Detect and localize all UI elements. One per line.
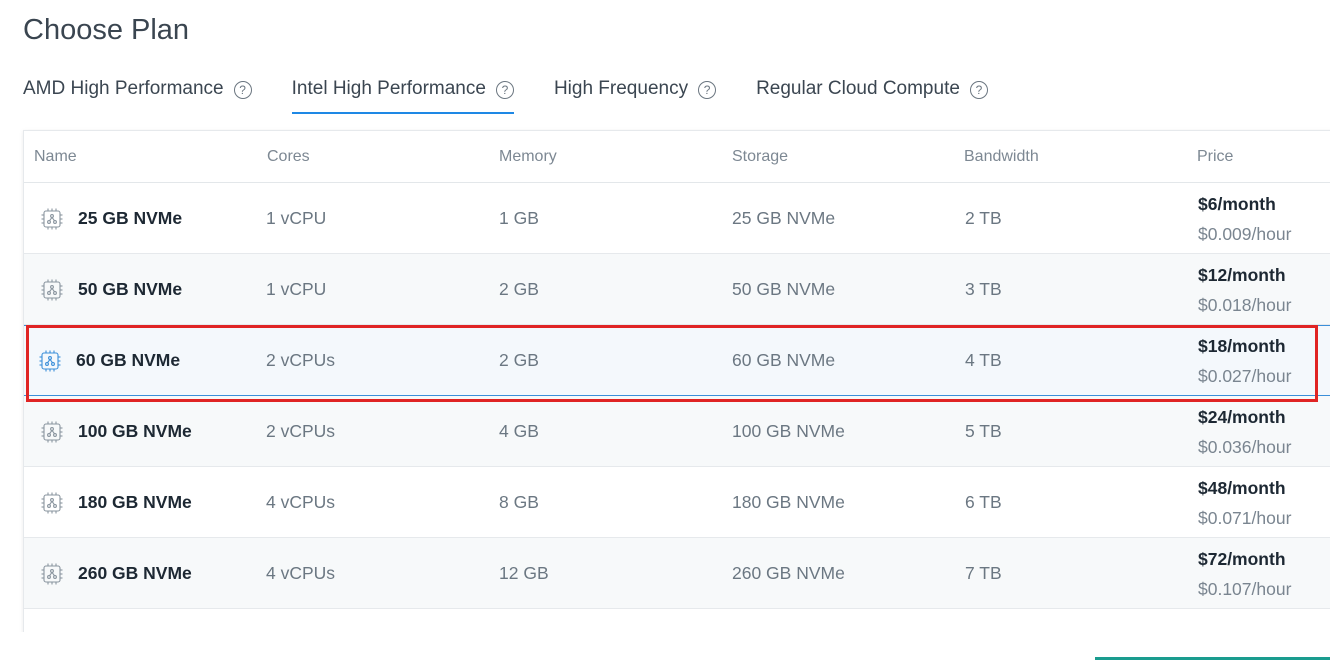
- page-title: Choose Plan: [23, 14, 190, 46]
- plan-name: 60 GB NVMe: [76, 350, 181, 370]
- price-hourly: $0.018/hour: [1198, 294, 1292, 315]
- bandwidth-cell: 6 TB: [965, 492, 1002, 512]
- header-bandwidth: Bandwidth: [964, 147, 1039, 165]
- price-monthly: $12/month: [1198, 264, 1286, 285]
- table-body: 25 GB NVMe 1 vCPU 1 GB 25 GB NVMe 2 TB $…: [24, 183, 1330, 640]
- storage-cell: 50 GB NVMe: [732, 279, 836, 299]
- tab-high-frequency[interactable]: High Frequency ?: [553, 78, 717, 114]
- price-cell: $72/month $0.107/hour: [1198, 538, 1291, 609]
- cpu-chip-icon: [40, 491, 64, 515]
- storage-cell: 260 GB NVMe: [732, 563, 845, 583]
- cpu-chip-icon: [40, 278, 64, 302]
- table-header: Name Cores Memory Storage Bandwidth Pric…: [24, 131, 1330, 183]
- plan-name: 180 GB NVMe: [78, 492, 192, 512]
- cores-cell: 2 vCPUs: [266, 350, 336, 370]
- tab-label: AMD High Performance: [23, 78, 224, 99]
- cores-cell: 1 vCPU: [266, 279, 327, 299]
- plan-name: 50 GB NVMe: [78, 279, 183, 299]
- plan-name-cell: 60 GB NVMe: [38, 325, 180, 396]
- storage-cell: 100 GB NVMe: [732, 421, 845, 441]
- cores-cell: 2 vCPUs: [266, 421, 336, 441]
- bandwidth-cell: 7 TB: [965, 563, 1002, 583]
- bandwidth-cell: 4 TB: [965, 350, 1002, 370]
- price-cell: $24/month $0.036/hour: [1198, 396, 1291, 467]
- plan-name-cell: 100 GB NVMe: [40, 396, 192, 467]
- plan-tabs: AMD High Performance ? Intel High Perfor…: [23, 78, 1028, 114]
- price-cell: $6/month $0.009/hour: [1198, 183, 1291, 254]
- price-hourly: $0.107/hour: [1198, 578, 1292, 599]
- price-cell: $18/month $0.027/hour: [1198, 325, 1291, 396]
- plan-name: 260 GB NVMe: [78, 563, 192, 583]
- price-cell: $48/month $0.071/hour: [1198, 467, 1291, 538]
- storage-cell: 180 GB NVMe: [732, 492, 845, 512]
- memory-cell: 2 GB: [499, 279, 539, 299]
- plan-name-cell: 260 GB NVMe: [40, 538, 192, 609]
- plan-name-cell: 25 GB NVMe: [40, 183, 182, 254]
- page-footer-area: [0, 632, 1330, 660]
- memory-cell: 8 GB: [499, 492, 539, 512]
- header-memory: Memory: [499, 147, 557, 165]
- bandwidth-cell: 3 TB: [965, 279, 1002, 299]
- storage-cell: 25 GB NVMe: [732, 208, 836, 228]
- cores-cell: 4 vCPUs: [266, 492, 336, 512]
- header-name: Name: [34, 147, 77, 165]
- plans-table: Name Cores Memory Storage Bandwidth Pric…: [23, 130, 1330, 640]
- price-monthly: $6/month: [1198, 193, 1276, 214]
- plan-name: 25 GB NVMe: [78, 208, 183, 228]
- table-row[interactable]: 25 GB NVMe 1 vCPU 1 GB 25 GB NVMe 2 TB $…: [24, 183, 1330, 254]
- table-row-selected[interactable]: 60 GB NVMe 2 vCPUs 2 GB 60 GB NVMe 4 TB …: [24, 325, 1330, 396]
- tab-label: Intel High Performance: [291, 78, 486, 99]
- help-circle-icon[interactable]: ?: [495, 81, 514, 99]
- header-price: Price: [1197, 147, 1234, 165]
- tab-intel-high-performance[interactable]: Intel High Performance ?: [291, 78, 515, 114]
- memory-cell: 12 GB: [499, 563, 549, 583]
- storage-cell: 60 GB NVMe: [732, 350, 836, 370]
- table-row[interactable]: 50 GB NVMe 1 vCPU 2 GB 50 GB NVMe 3 TB $…: [24, 254, 1330, 325]
- price-hourly: $0.027/hour: [1198, 365, 1292, 386]
- help-circle-icon[interactable]: ?: [698, 81, 717, 99]
- header-storage: Storage: [732, 147, 789, 165]
- tab-amd-high-performance[interactable]: AMD High Performance ?: [23, 78, 252, 114]
- header-cores: Cores: [267, 147, 310, 165]
- plan-name: 100 GB NVMe: [78, 421, 192, 441]
- help-circle-icon[interactable]: ?: [969, 81, 988, 99]
- bandwidth-cell: 2 TB: [965, 208, 1002, 228]
- price-monthly: $48/month: [1198, 477, 1286, 498]
- plan-name-cell: 50 GB NVMe: [40, 254, 182, 325]
- table-row[interactable]: 260 GB NVMe 4 vCPUs 12 GB 260 GB NVMe 7 …: [24, 538, 1330, 609]
- price-hourly: $0.009/hour: [1198, 223, 1292, 244]
- tab-label: High Frequency: [553, 78, 689, 99]
- cores-cell: 4 vCPUs: [266, 563, 336, 583]
- memory-cell: 1 GB: [499, 208, 539, 228]
- cpu-chip-icon: [40, 207, 64, 231]
- plan-name-cell: 180 GB NVMe: [40, 467, 192, 538]
- price-cell: $12/month $0.018/hour: [1198, 254, 1291, 325]
- memory-cell: 2 GB: [499, 350, 539, 370]
- help-circle-icon[interactable]: ?: [233, 81, 252, 99]
- tab-label: Regular Cloud Compute: [756, 78, 960, 99]
- cores-cell: 1 vCPU: [266, 208, 327, 228]
- cpu-chip-icon: [38, 349, 62, 373]
- table-row[interactable]: 180 GB NVMe 4 vCPUs 8 GB 180 GB NVMe 6 T…: [24, 467, 1330, 538]
- selection-outline: [24, 325, 1330, 396]
- cpu-chip-icon: [40, 420, 64, 444]
- price-monthly: $72/month: [1198, 548, 1286, 569]
- price-hourly: $0.071/hour: [1198, 507, 1292, 528]
- price-monthly: $18/month: [1198, 335, 1286, 356]
- tab-regular-cloud-compute[interactable]: Regular Cloud Compute ?: [756, 78, 988, 114]
- table-row[interactable]: 100 GB NVMe 2 vCPUs 4 GB 100 GB NVMe 5 T…: [24, 396, 1330, 467]
- price-hourly: $0.036/hour: [1198, 436, 1292, 457]
- bandwidth-cell: 5 TB: [965, 421, 1002, 441]
- memory-cell: 4 GB: [499, 421, 539, 441]
- cpu-chip-icon: [40, 562, 64, 586]
- price-monthly: $24/month: [1198, 406, 1286, 427]
